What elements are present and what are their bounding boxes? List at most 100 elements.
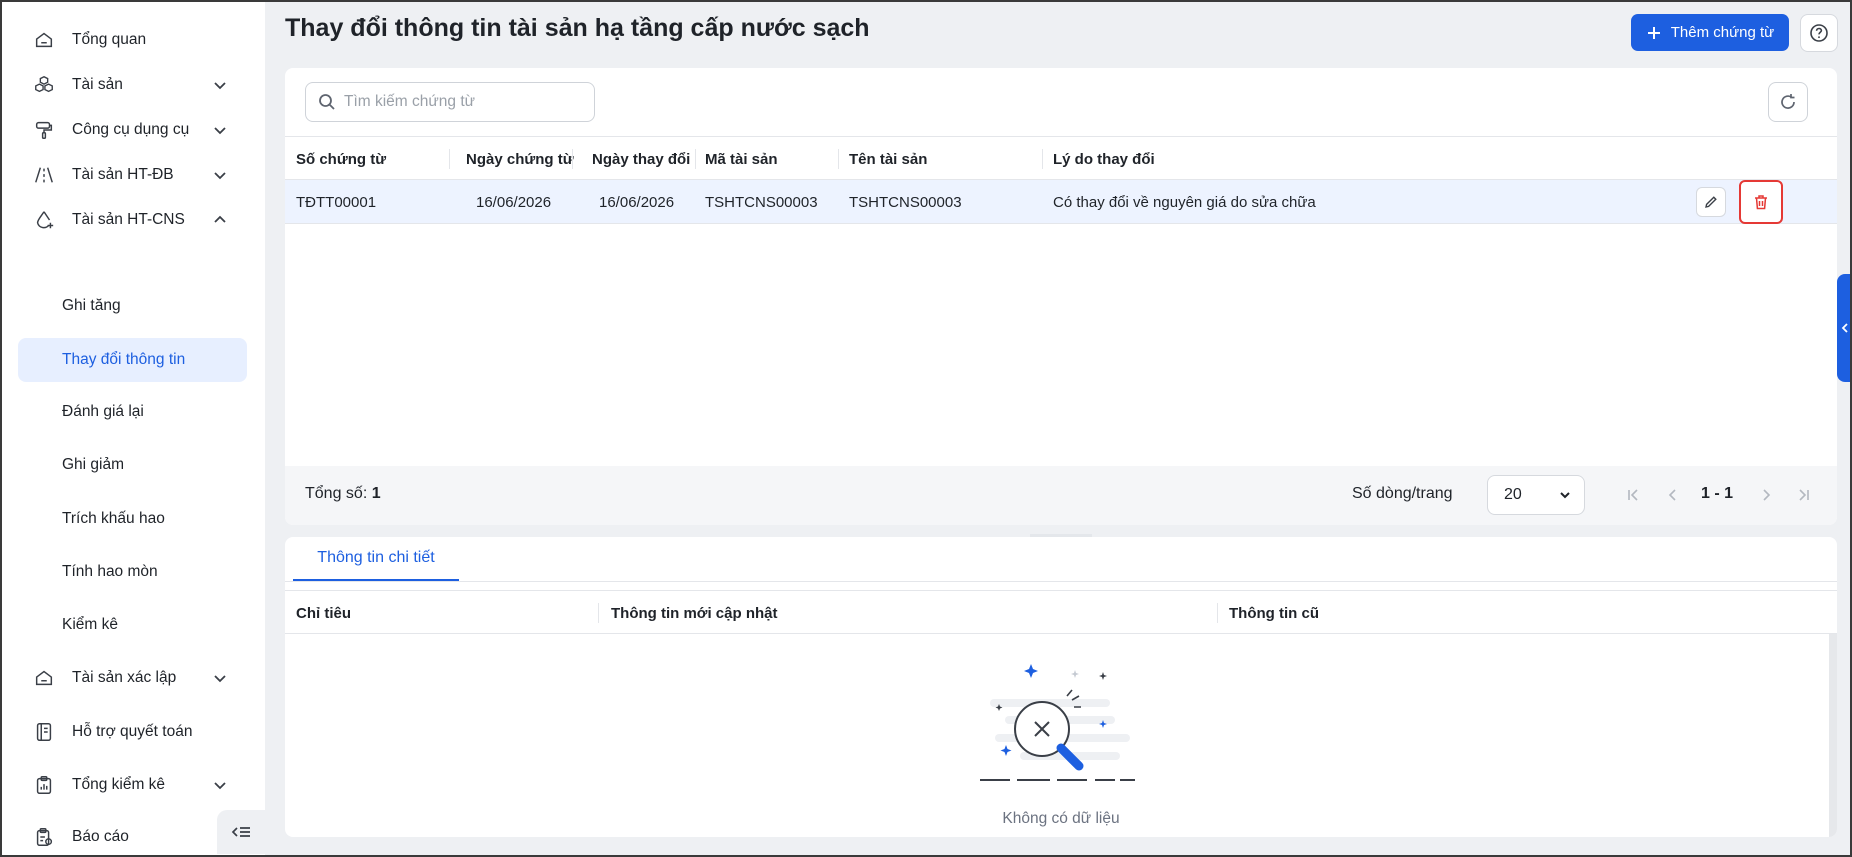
table-header: Số chứng từ Ngày chứng từ Ngày thay đổi … [285,136,1837,180]
add-voucher-label: Thêm chứng từ [1670,24,1775,41]
sidebar-subitem-change-info[interactable]: Thay đổi thông tin [18,338,247,382]
no-data-illustration [980,664,1135,781]
sidebar-item-label: Tài sản [72,76,123,93]
paint-roller-icon [32,118,56,142]
rows-per-page-select[interactable]: 20 [1487,475,1585,515]
empty-state: Không có dữ liệu [285,634,1837,837]
chevron-down-icon [214,127,226,135]
report-icon [32,825,56,849]
rows-per-page-label: Số dòng/trang [1352,485,1453,502]
home-icon [32,28,56,52]
sidebar-item-reports[interactable]: Báo cáo [18,815,247,857]
sidebar-item-label: Tài sản HT-ĐB [72,166,174,183]
sidebar: Tổng quan Tài sản Công cụ dụng cụ Tài sả… [0,0,265,857]
help-button[interactable] [1800,14,1838,52]
sidebar-item-label: Công cụ dụng cụ [72,121,190,138]
col-asset-code[interactable]: Mã tài sản [705,137,778,181]
chevron-down-icon [214,82,226,90]
cell-voucher-date: 16/06/2026 [476,193,552,211]
clipboard-icon [32,773,56,797]
search-icon [319,94,335,110]
chevron-left-icon [1841,323,1848,333]
prev-page-button[interactable] [1664,486,1682,504]
total-count: Tổng số: 1 [305,485,381,503]
chevron-down-icon [1560,492,1570,499]
search-box[interactable] [305,82,595,122]
ledger-icon [32,720,56,744]
sidebar-item-general-inventory[interactable]: Tổng kiểm kê [18,763,247,807]
sidebar-item-label: Báo cáo [72,828,129,845]
sidebar-item-tools[interactable]: Công cụ dụng cụ [18,108,247,152]
first-page-button[interactable] [1624,486,1642,504]
delete-button[interactable] [1739,180,1783,224]
refresh-icon [1781,94,1795,109]
sidebar-item-label: Tài sản HT-CNS [72,211,185,228]
col-new-info: Thông tin mới cập nhật [611,604,778,622]
chevron-down-icon [214,782,226,790]
sidebar-item-label: Tổng quan [72,31,147,48]
collapse-menu-icon [231,827,250,837]
detail-table-header: Chỉ tiêu Thông tin mới cập nhật Thông ti… [285,590,1837,634]
page-title: Thay đổi thông tin tài sản hạ tầng cấp n… [285,14,870,42]
road-icon [32,163,56,187]
sidebar-subitem-inventory[interactable]: Kiểm kê [18,603,247,647]
col-change-date[interactable]: Ngày thay đổi [592,137,690,181]
sidebar-item-label: Tài sản xác lập [72,669,177,686]
chevron-right-icon [1763,489,1771,501]
tab-detail-info[interactable]: Thông tin chi tiết [293,537,459,581]
home-icon [32,666,56,690]
sidebar-item-settlement-support[interactable]: Hỗ trợ quyết toán [18,710,247,754]
add-voucher-button[interactable]: Thêm chứng từ [1631,14,1789,51]
sidebar-item-established-assets[interactable]: Tài sản xác lập [18,656,247,700]
col-voucher-date[interactable]: Ngày chứng từ [466,137,574,181]
table-row[interactable]: TĐTT00001 16/06/2026 16/06/2026 TSHTCNS0… [285,180,1837,224]
sidebar-item-assets[interactable]: Tài sản [18,63,247,107]
edit-button[interactable] [1696,187,1726,217]
sidebar-subitem-amortization[interactable]: Tính hao mòn [18,550,247,594]
cell-asset-code: TSHTCNS00003 [705,193,818,211]
cell-change-date: 16/06/2026 [599,193,675,211]
question-icon [1810,24,1828,42]
search-input[interactable] [344,93,584,111]
total-value: 1 [371,485,381,502]
table-footer: Tổng số: 1 Số dòng/trang 20 1 - 1 [285,466,1837,525]
trash-icon [1755,195,1767,210]
sidebar-item-water-assets[interactable]: Tài sản HT-CNS [18,198,247,242]
cubes-icon [32,73,56,97]
page-range: 1 - 1 [1701,485,1734,502]
last-page-icon [1799,489,1809,501]
side-drawer-toggle[interactable] [1837,274,1852,382]
plus-icon [1647,26,1660,39]
sidebar-subitem-revaluation[interactable]: Đánh giá lại [18,390,247,434]
pencil-icon [1705,196,1717,208]
cell-asset-name: TSHTCNS00003 [849,193,962,211]
col-old-info: Thông tin cũ [1229,604,1319,622]
sidebar-item-label: Tổng kiểm kê [72,776,166,793]
water-drop-icon [32,208,56,232]
voucher-list-panel: Số chứng từ Ngày chứng từ Ngày thay đổi … [285,68,1837,525]
detail-panel: Thông tin chi tiết Chỉ tiêu Thông tin mớ… [285,537,1837,837]
next-page-button[interactable] [1757,486,1775,504]
refresh-button[interactable] [1768,82,1808,122]
cell-change-reason: Có thay đổi về nguyên giá do sửa chữa [1053,193,1316,211]
chevron-down-icon [214,172,226,180]
col-asset-name[interactable]: Tên tài sản [849,137,927,181]
rows-per-page-value: 20 [1504,486,1522,503]
sidebar-subitem-decrease[interactable]: Ghi giảm [18,443,247,487]
chevron-down-icon [214,215,226,223]
sidebar-item-road-assets[interactable]: Tài sản HT-ĐB [18,153,247,197]
col-change-reason[interactable]: Lý do thay đổi [1053,137,1155,181]
col-criteria: Chỉ tiêu [296,604,351,622]
collapse-sidebar-button[interactable] [217,810,265,854]
empty-message: Không có dữ liệu [1002,810,1120,827]
sidebar-subitem-depreciation[interactable]: Trích khấu hao [18,497,247,541]
col-voucher-no[interactable]: Số chứng từ [296,137,386,181]
sidebar-subitem-increase[interactable]: Ghi tăng [18,284,247,328]
sidebar-item-label: Hỗ trợ quyết toán [72,723,193,740]
total-label: Tổng số: [305,485,368,502]
vertical-scrollbar[interactable] [1829,634,1837,837]
chevron-left-icon [1668,489,1676,501]
cell-voucher-no: TĐTT00001 [296,193,377,211]
sidebar-item-overview[interactable]: Tổng quan [18,18,247,62]
last-page-button[interactable] [1795,486,1813,504]
